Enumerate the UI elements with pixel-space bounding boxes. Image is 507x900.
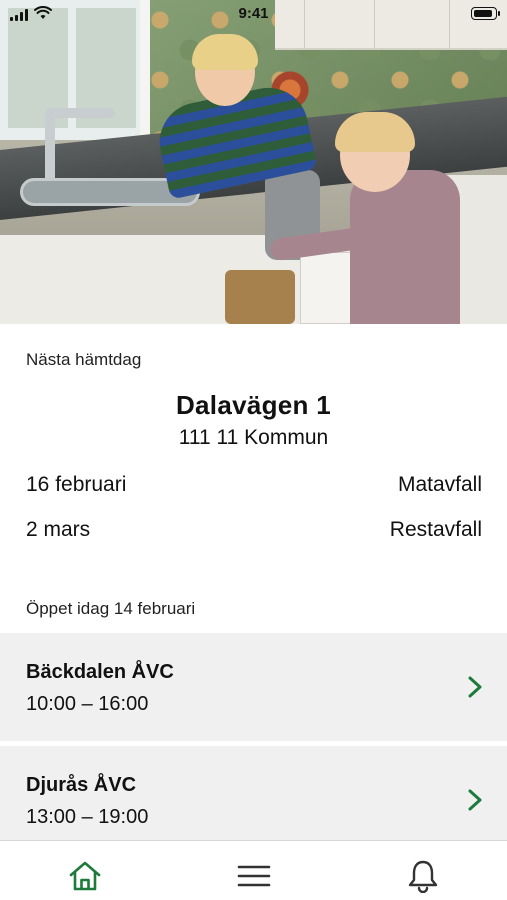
bell-icon[interactable] [405,859,441,893]
station-hours: 10:00 – 16:00 [26,693,149,715]
station-name: Bäckdalen ÅVC [26,661,174,683]
pickup-date: 16 februari [26,473,127,496]
paper-bag [225,270,295,324]
chevron-right-icon [468,676,482,698]
battery-icon [471,7,500,20]
pickup-row: 2 mars Restavfall [26,518,482,546]
pickup-date: 2 mars [26,518,91,541]
station-row-backdalen[interactable]: Bäckdalen ÅVC 10:00 – 16:00 [0,633,507,741]
address-title: Dalavägen 1 [175,390,332,420]
home-icon[interactable] [67,859,103,893]
pickup-row: 16 februari Matavfall [26,473,482,501]
open-today-label: Öppet idag 14 februari [26,599,196,618]
next-pickup-label: Nästa hämtdag [26,350,142,369]
station-row-djuras[interactable]: Djurås ÅVC 13:00 – 19:00 [0,746,507,854]
tab-bar [0,840,507,900]
pickup-waste-type: Restavfall [389,518,482,541]
station-hours: 13:00 – 19:00 [26,806,149,828]
battery-fill [473,9,492,17]
pickup-waste-type: Matavfall [397,473,482,496]
status-bar: 9:41 [0,0,507,28]
hero-image [0,0,507,324]
menu-icon[interactable] [236,859,272,893]
chevron-right-icon [468,789,482,811]
status-time: 9:41 [238,5,269,22]
faucet [45,112,55,182]
address-postal: 111 11 Kommun [178,426,329,449]
station-name: Djurås ÅVC [26,774,137,796]
